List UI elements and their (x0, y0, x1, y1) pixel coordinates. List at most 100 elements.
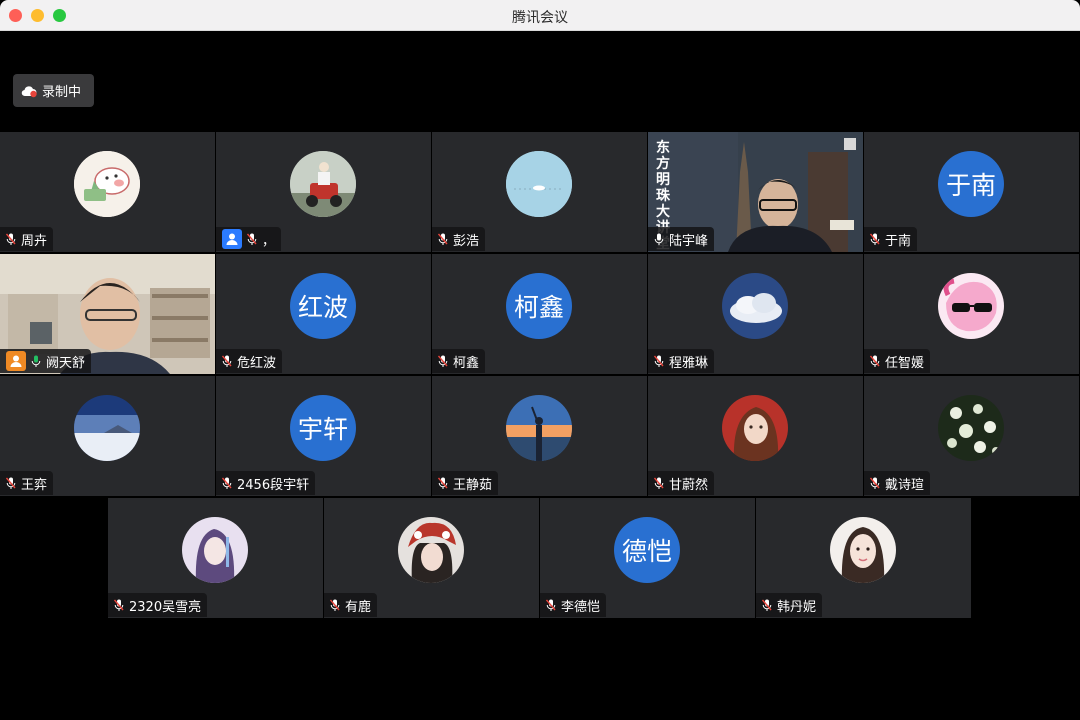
participant-name: 戴诗瑄 (885, 477, 925, 493)
host-badge-icon (6, 351, 26, 371)
participant-name: 2320吴雪亮 (129, 599, 202, 615)
participant-name-bar: 于南 (864, 227, 918, 251)
participant-tile[interactable]: ， (216, 132, 431, 252)
participant-name-bar: 李德恺 (540, 593, 607, 617)
participant-name-bar: 柯鑫 (432, 349, 486, 373)
mic-muted-icon[interactable] (330, 599, 340, 612)
participant-name-bar: 韩丹妮 (756, 593, 823, 617)
participant-name-bar: 程雅琳 (648, 349, 715, 373)
avatar (506, 395, 572, 461)
avatar (290, 151, 356, 217)
participant-name: 有鹿 (345, 599, 372, 615)
mic-muted-icon[interactable] (222, 355, 232, 368)
participant-name: 甘蔚然 (669, 477, 709, 493)
avatar (830, 517, 896, 583)
avatar (938, 273, 1004, 339)
participant-name: 韩丹妮 (777, 599, 817, 615)
title-bar: 腾讯会议 (0, 0, 1080, 31)
participant-name: 王静茹 (453, 477, 493, 493)
participant-name: 危红波 (237, 355, 277, 371)
avatar: 于南 (938, 151, 1004, 217)
avatar (398, 517, 464, 583)
avatar (74, 151, 140, 217)
mic-muted-icon[interactable] (762, 599, 772, 612)
participant-tile[interactable]: 德恺 李德恺 (540, 498, 755, 618)
participant-tile[interactable]: 有鹿 (324, 498, 539, 618)
participant-name: 李德恺 (561, 599, 601, 615)
participant-tile[interactable]: 于南 于南 (864, 132, 1079, 252)
participant-name: 2456段宇轩 (237, 477, 310, 493)
participant-name-bar: ， (216, 227, 282, 251)
mic-muted-icon[interactable] (6, 477, 16, 490)
window-title: 腾讯会议 (512, 10, 568, 26)
participant-name-bar: 阙天舒 (0, 349, 92, 373)
participant-name-bar: 周卉 (0, 227, 54, 251)
mic-muted-icon[interactable] (438, 477, 448, 490)
participant-name: 阙天舒 (46, 355, 86, 371)
participant-name: 彭浩 (453, 233, 480, 249)
avatar: 柯鑫 (506, 273, 572, 339)
user-badge-icon (222, 229, 242, 249)
mic-on-icon[interactable] (654, 233, 664, 246)
participant-tile[interactable]: 红波 危红波 (216, 254, 431, 374)
avatar (722, 395, 788, 461)
participant-name-bar: 2456段宇轩 (216, 471, 316, 495)
participant-tile[interactable]: 甘蔚然 (648, 376, 863, 496)
participant-name: 王弈 (21, 477, 48, 493)
participant-name-bar: 戴诗瑄 (864, 471, 931, 495)
mic-muted-icon[interactable] (870, 233, 880, 246)
recording-button[interactable]: 录制中 (13, 74, 94, 107)
participant-name-bar: 陆宇峰 (648, 227, 715, 251)
avatar (74, 395, 140, 461)
participant-name-bar: 王弈 (0, 471, 54, 495)
mic-muted-icon[interactable] (870, 355, 880, 368)
avatar: 红波 (290, 273, 356, 339)
participant-name-bar: 2320吴雪亮 (108, 593, 208, 617)
participant-tile[interactable]: 王弈 (0, 376, 215, 496)
participant-tile[interactable]: 东方明珠大讲堂 陆宇峰 (648, 132, 863, 252)
participant-name: 程雅琳 (669, 355, 709, 371)
mic-speaking-icon[interactable] (31, 355, 41, 368)
participant-tile[interactable]: 程雅琳 (648, 254, 863, 374)
avatar: 德恺 (614, 517, 680, 583)
participant-tile[interactable]: 王静茹 (432, 376, 647, 496)
participant-tile[interactable]: 戴诗瑄 (864, 376, 1079, 496)
participant-tile[interactable]: 彭浩 (432, 132, 647, 252)
avatar (722, 273, 788, 339)
participant-tile-active-speaker[interactable]: 阙天舒 (0, 254, 215, 374)
participant-name: 周卉 (21, 233, 48, 249)
recording-label: 录制中 (42, 85, 82, 100)
participant-tile[interactable]: 宇轩 2456段宇轩 (216, 376, 431, 496)
avatar (506, 151, 572, 217)
avatar (182, 517, 248, 583)
participant-name-bar: 王静茹 (432, 471, 499, 495)
participant-name: 陆宇峰 (669, 233, 709, 249)
participant-tile[interactable]: 韩丹妮 (756, 498, 971, 618)
mic-muted-icon[interactable] (654, 355, 664, 368)
mic-muted-icon[interactable] (438, 355, 448, 368)
participant-name: 于南 (885, 233, 912, 249)
participant-tile[interactable]: 任智媛 (864, 254, 1079, 374)
participant-name: 柯鑫 (453, 355, 480, 371)
mic-muted-icon[interactable] (654, 477, 664, 490)
mic-muted-icon[interactable] (247, 233, 257, 246)
cloud-record-icon (21, 85, 37, 97)
mic-muted-icon[interactable] (870, 477, 880, 490)
participant-tile[interactable]: 周卉 (0, 132, 215, 252)
participant-name-bar: 任智媛 (864, 349, 931, 373)
participant-tile[interactable]: 柯鑫 柯鑫 (432, 254, 647, 374)
mic-muted-icon[interactable] (114, 599, 124, 612)
avatar: 宇轩 (290, 395, 356, 461)
avatar (938, 395, 1004, 461)
participant-name-bar: 危红波 (216, 349, 283, 373)
mic-muted-icon[interactable] (222, 477, 232, 490)
participant-name: ， (262, 233, 276, 249)
participant-name-bar: 有鹿 (324, 593, 378, 617)
participant-name-bar: 甘蔚然 (648, 471, 715, 495)
mic-muted-icon[interactable] (546, 599, 556, 612)
participant-name: 任智媛 (885, 355, 925, 371)
mic-muted-icon[interactable] (438, 233, 448, 246)
mic-muted-icon[interactable] (6, 233, 16, 246)
participant-name-bar: 彭浩 (432, 227, 486, 251)
participant-tile[interactable]: 2320吴雪亮 (108, 498, 323, 618)
